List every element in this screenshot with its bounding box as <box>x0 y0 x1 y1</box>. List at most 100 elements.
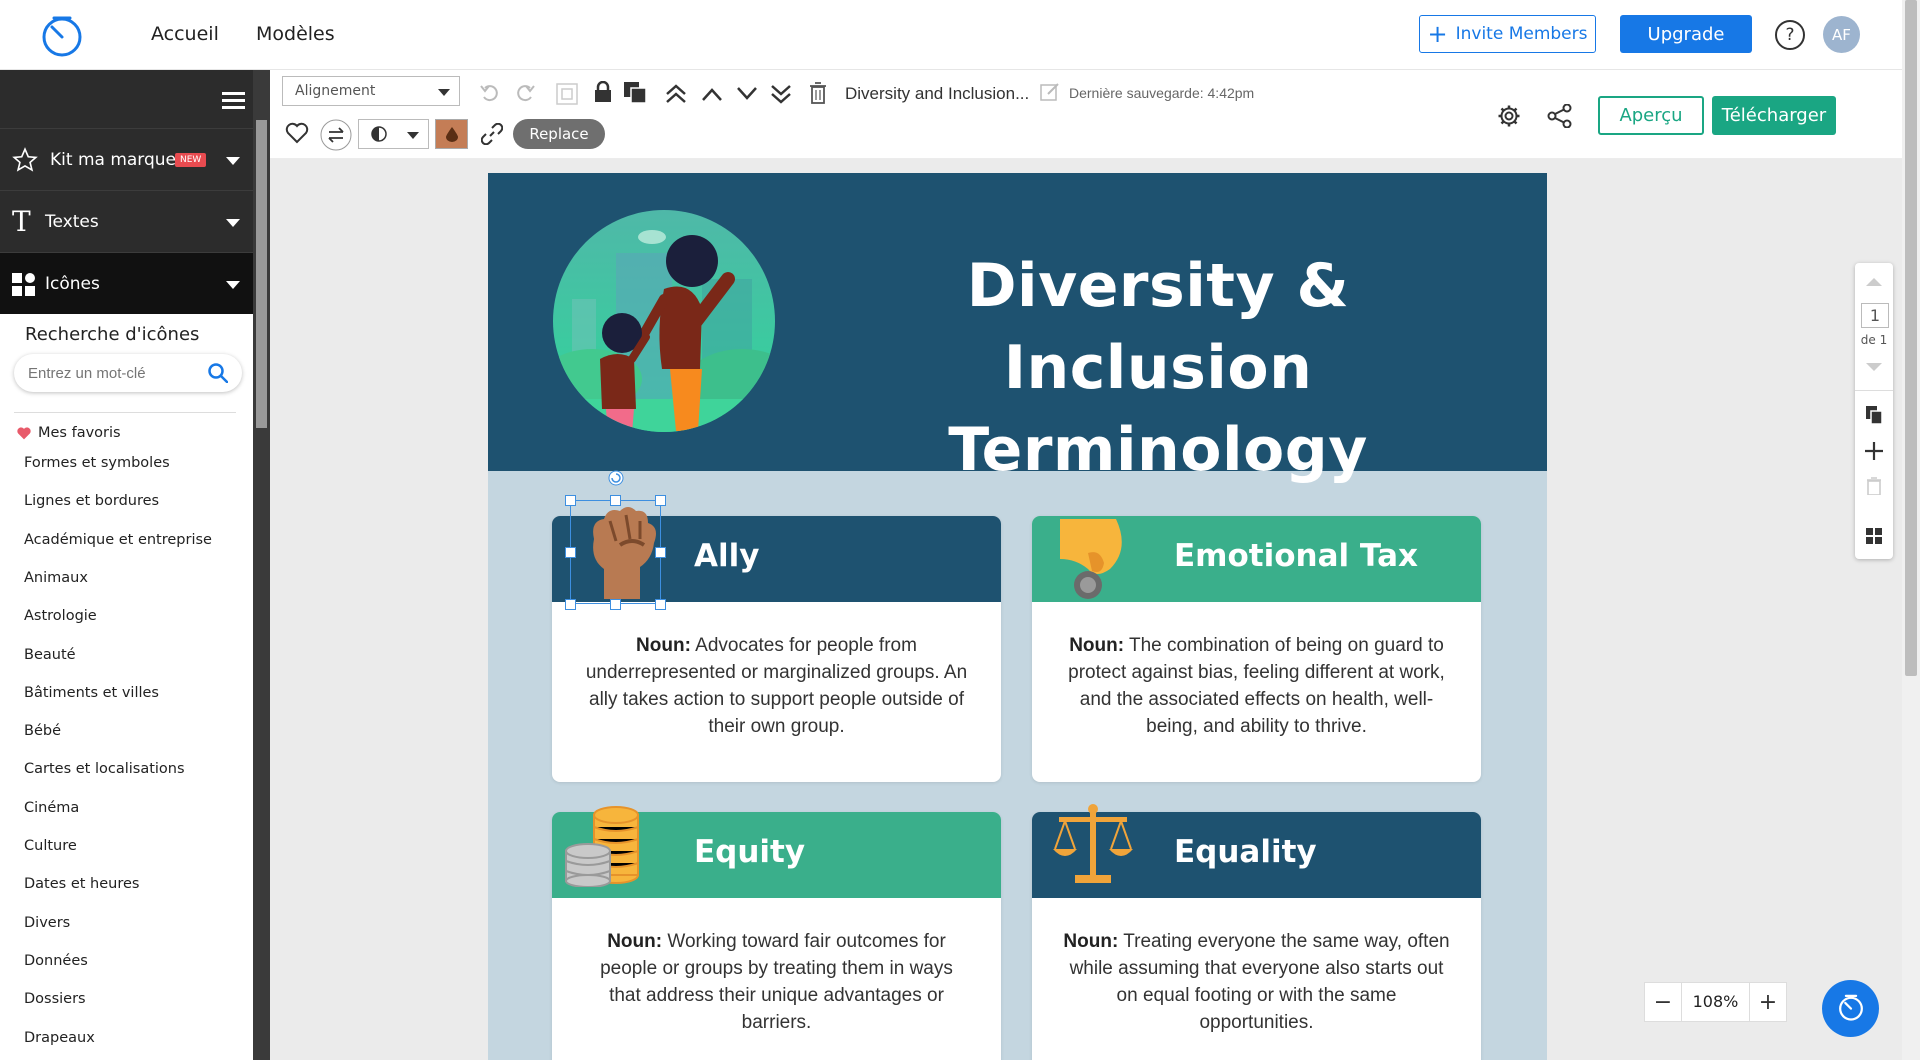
category-item[interactable]: Données <box>24 953 88 969</box>
category-item[interactable]: Cartes et localisations <box>24 761 185 777</box>
delete-page-icon[interactable] <box>1867 477 1881 495</box>
category-item[interactable]: Beauté <box>24 647 76 663</box>
category-item[interactable]: Lignes et bordures <box>24 493 159 509</box>
page-scrollbar[interactable] <box>1902 0 1920 1060</box>
resize-handle[interactable] <box>655 599 666 610</box>
opacity-dropdown[interactable] <box>358 119 429 149</box>
alignment-dropdown[interactable]: Alignement <box>282 76 460 106</box>
noun-label: Noun: <box>1069 635 1125 656</box>
category-item[interactable]: Divers <box>24 915 70 931</box>
star-icon <box>12 147 38 173</box>
undo-icon[interactable] <box>479 83 501 103</box>
sidebar-section-textes[interactable]: T Textes <box>0 190 253 252</box>
favorite-heart-icon[interactable] <box>285 122 309 144</box>
chevron-down-icon <box>407 132 419 139</box>
grid-view-icon[interactable] <box>1866 528 1882 544</box>
preview-button[interactable]: Aperçu <box>1598 96 1704 135</box>
category-item[interactable]: Drapeaux <box>24 1030 95 1046</box>
selection-box[interactable] <box>570 500 661 604</box>
hamburger-menu-icon[interactable] <box>222 92 245 110</box>
category-item[interactable]: Bâtiments et villes <box>24 685 159 701</box>
resize-handle[interactable] <box>565 547 576 558</box>
resize-handle[interactable] <box>565 599 576 610</box>
hand-coin-icon[interactable] <box>1058 519 1128 609</box>
icon-search-box <box>14 354 242 392</box>
search-icon[interactable] <box>208 363 228 383</box>
resize-handle[interactable] <box>655 547 666 558</box>
bring-forward-icon[interactable] <box>700 86 724 102</box>
invite-members-button[interactable]: + Invite Members <box>1419 15 1596 53</box>
add-page-icon[interactable] <box>1865 442 1883 460</box>
header-banner[interactable]: Diversity & Inclusion Terminology <box>488 173 1547 485</box>
top-navbar: Accueil Modèles + Invite Members Upgrade… <box>0 0 1902 70</box>
sidebar-scrollbar[interactable] <box>253 70 270 1060</box>
shapes-icon <box>12 273 36 297</box>
zoom-control: − 108% + <box>1644 982 1787 1022</box>
category-item[interactable]: Cinéma <box>24 800 79 816</box>
edit-title-icon[interactable] <box>1040 82 1060 102</box>
zoom-level[interactable]: 108% <box>1681 983 1750 1021</box>
coin-stacks-icon[interactable] <box>564 803 644 887</box>
chevron-down-icon[interactable] <box>1866 362 1882 372</box>
sidebar-scrollbar-thumb[interactable] <box>256 120 267 428</box>
resize-handle[interactable] <box>610 599 621 610</box>
upgrade-button[interactable]: Upgrade <box>1620 15 1752 53</box>
category-favorites[interactable]: Mes favoris <box>38 425 121 441</box>
category-item[interactable]: Bébé <box>24 723 61 739</box>
nav-link-modeles[interactable]: Modèles <box>256 23 335 45</box>
last-save-status: Dernière sauvegarde: 4:42pm <box>1069 85 1255 101</box>
icon-search-input[interactable] <box>14 364 194 382</box>
category-item[interactable]: Culture <box>24 838 77 854</box>
help-chat-button[interactable] <box>1822 980 1879 1037</box>
nav-link-accueil[interactable]: Accueil <box>151 23 219 45</box>
category-item[interactable]: Dates et heures <box>24 876 139 892</box>
design-canvas[interactable]: Diversity & Inclusion Terminology Ally N… <box>488 173 1547 1060</box>
download-button[interactable]: Télécharger <box>1712 96 1836 135</box>
page-title[interactable]: Diversity & Inclusion Terminology <box>828 245 1488 491</box>
category-item[interactable]: Formes et symboles <box>24 455 170 471</box>
divider <box>1855 390 1893 391</box>
new-badge: NEW <box>175 153 207 167</box>
bring-to-front-icon[interactable] <box>664 82 688 106</box>
invite-members-label: Invite Members <box>1455 24 1588 44</box>
resize-handle[interactable] <box>565 495 576 506</box>
droplet-icon <box>446 127 458 142</box>
chevron-down-icon <box>226 281 240 289</box>
group-icon[interactable] <box>556 83 578 105</box>
page-number-input[interactable]: 1 <box>1861 303 1889 328</box>
resize-handle[interactable] <box>655 495 666 506</box>
scales-icon[interactable] <box>1053 803 1133 885</box>
zoom-in-button[interactable]: + <box>1750 990 1786 1015</box>
category-item[interactable]: Académique et entreprise <box>24 532 212 548</box>
share-icon[interactable] <box>1547 104 1573 128</box>
settings-gear-icon[interactable] <box>1497 104 1521 128</box>
redo-icon[interactable] <box>514 83 536 103</box>
avatar[interactable]: AF <box>1823 16 1860 53</box>
app-logo-icon[interactable] <box>40 14 84 58</box>
link-icon[interactable] <box>481 123 503 145</box>
parent-child-illustration-icon[interactable] <box>552 209 776 433</box>
send-backward-icon[interactable] <box>735 86 759 102</box>
zoom-out-button[interactable]: − <box>1645 990 1681 1015</box>
duplicate-icon[interactable] <box>624 82 648 104</box>
swap-icon[interactable] <box>320 119 352 151</box>
page-scrollbar-thumb[interactable] <box>1905 0 1917 676</box>
color-swatch[interactable] <box>435 119 468 149</box>
category-item[interactable]: Animaux <box>24 570 88 586</box>
resize-handle[interactable] <box>610 495 621 506</box>
copy-page-icon[interactable] <box>1866 406 1882 424</box>
category-item[interactable]: Dossiers <box>24 991 86 1007</box>
noun-label: Noun: <box>607 931 663 952</box>
trash-icon[interactable] <box>810 82 826 104</box>
noun-label: Noun: <box>636 635 691 656</box>
help-icon[interactable]: ? <box>1775 20 1805 50</box>
document-title[interactable]: Diversity and Inclusion... <box>845 84 1029 104</box>
rotate-handle-icon[interactable] <box>608 470 624 486</box>
chevron-up-icon[interactable] <box>1866 277 1882 287</box>
sidebar-section-icones[interactable]: Icônes <box>0 252 253 314</box>
send-to-back-icon[interactable] <box>769 82 793 106</box>
replace-button[interactable]: Replace <box>513 119 605 149</box>
lock-icon[interactable] <box>594 81 612 103</box>
category-item[interactable]: Astrologie <box>24 608 97 624</box>
sidebar-section-kit[interactable]: Kit ma marque NEW <box>0 128 253 190</box>
